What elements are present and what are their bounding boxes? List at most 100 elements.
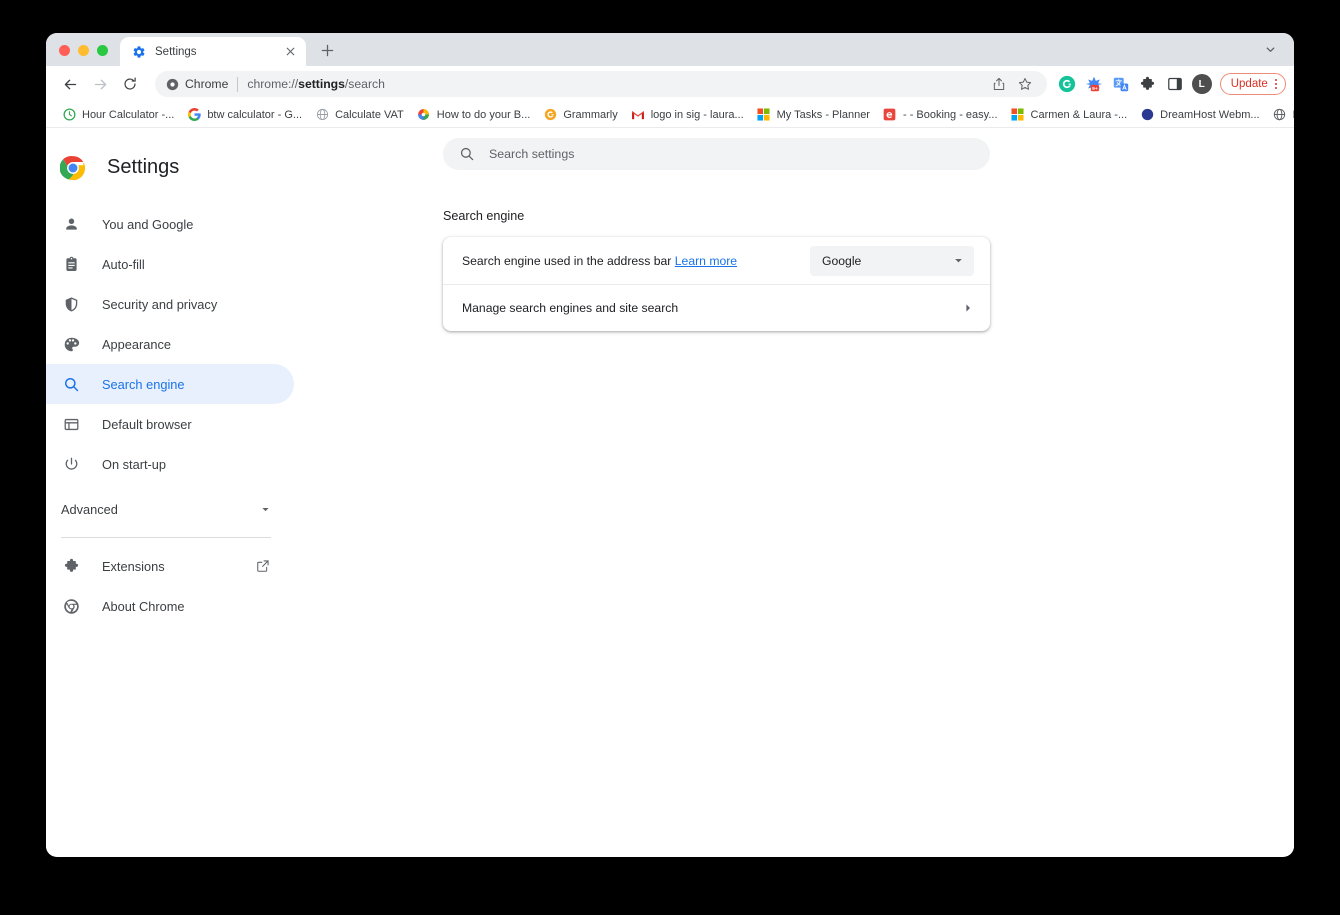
grammarly-icon (543, 108, 557, 122)
translate-extension-icon[interactable] (1109, 72, 1133, 96)
avatar[interactable]: L (1191, 74, 1212, 94)
address-bar[interactable]: Chrome chrome://settings/search (155, 71, 1047, 97)
window-traffic-lights (46, 45, 118, 66)
tab-settings[interactable]: Settings (120, 37, 306, 66)
bookmark-item[interactable]: btw calculator - G... (181, 105, 308, 125)
bookmark-item[interactable]: logo in sig - laura... (625, 105, 750, 125)
search-settings-bar[interactable] (443, 138, 990, 170)
bookmark-item[interactable]: - - Booking - easy... (877, 105, 1004, 125)
three-dot-menu-icon[interactable] (1272, 79, 1280, 89)
sidebar-item-label: Auto-fill (102, 256, 145, 272)
side-panel-icon[interactable] (1163, 72, 1187, 96)
minimize-window-button[interactable] (78, 45, 89, 56)
sidebar-nav: You and Google Auto-fill Security and pr… (46, 204, 294, 626)
sidebar-item-you-and-google[interactable]: You and Google (46, 204, 294, 244)
bookmarks-bar: Hour Calculator -... btw calculator - G.… (46, 102, 1294, 128)
colorful-circle-icon (417, 108, 431, 122)
bookmark-item[interactable]: Carmen & Laura -... (1005, 105, 1134, 125)
shield-icon (61, 294, 81, 314)
bookmark-label: logo in sig - laura... (650, 108, 744, 121)
calendar-extension-icon[interactable]: 9+ (1082, 72, 1106, 96)
sidebar-item-about-chrome[interactable]: About Chrome (46, 586, 294, 626)
bookmark-item[interactable]: Hour Calculator -... (56, 105, 180, 125)
bookmark-label: Hour Calculator -... (82, 108, 175, 121)
bookmark-item[interactable]: DreamHost Webm... (1134, 105, 1265, 125)
grammarly-extension-icon[interactable] (1055, 72, 1079, 96)
page-title: Settings (107, 156, 180, 178)
browser-window-icon (61, 414, 81, 434)
puzzle-extensions-icon[interactable] (1136, 72, 1160, 96)
search-input[interactable] (489, 147, 974, 161)
reload-icon[interactable] (116, 70, 144, 98)
sidebar-item-on-start-up[interactable]: On start-up (46, 444, 294, 484)
tab-search-chevron-down-icon[interactable] (1256, 35, 1284, 63)
external-link-icon (254, 557, 272, 575)
search-engine-selected-value: Google (822, 253, 862, 268)
bookmark-item[interactable]: Calculate VAT (309, 105, 410, 125)
bookmark-label: Calculate VAT (335, 108, 404, 121)
new-tab-button[interactable] (313, 36, 341, 64)
sidebar-item-appearance[interactable]: Appearance (46, 324, 294, 364)
search-icon (459, 146, 475, 162)
sidebar-item-extensions[interactable]: Extensions (46, 546, 294, 586)
row-manage-search-engines[interactable]: Manage search engines and site search (443, 284, 990, 331)
bookmark-label: How to do your B... (436, 108, 531, 121)
clipboard-icon (61, 254, 81, 274)
chrome-outline-icon (61, 596, 81, 616)
search-engine-select[interactable]: Google (810, 245, 974, 276)
puzzle-icon (61, 556, 81, 576)
sidebar-item-default-browser[interactable]: Default browser (46, 404, 294, 444)
settings-main: Search engine Search engine used in the … (294, 128, 1294, 856)
bookmark-item[interactable]: How to do your B... (411, 105, 537, 125)
close-tab-button[interactable] (283, 44, 298, 59)
search-engine-card: Search engine used in the address bar Le… (443, 237, 990, 331)
settings-brand: Settings (46, 137, 294, 189)
sidebar-item-security-and-privacy[interactable]: Security and privacy (46, 284, 294, 324)
sidebar-item-label: Default browser (102, 416, 192, 432)
sidebar-divider (61, 537, 271, 538)
url-suffix: /search (344, 77, 385, 91)
bookmark-item[interactable]: Grammarly (537, 105, 623, 125)
edge-red-icon (883, 108, 897, 122)
settings-page: Settings You and Google Auto-fill Securi… (46, 128, 1294, 856)
sidebar-item-auto-fill[interactable]: Auto-fill (46, 244, 294, 284)
caret-down-icon (953, 255, 964, 266)
url-prefix: chrome:// (247, 77, 299, 91)
tab-title: Settings (155, 45, 197, 58)
sidebar-advanced-toggle[interactable]: Advanced (46, 489, 294, 529)
row-label: Manage search engines and site search (462, 301, 679, 315)
bookmark-label: Carmen & Laura -... (1030, 108, 1128, 121)
bookmark-label: Grammarly (563, 108, 618, 121)
dreamhost-icon (1140, 108, 1154, 122)
back-arrow-icon[interactable] (56, 70, 84, 98)
update-button[interactable]: Update (1219, 73, 1286, 95)
share-icon[interactable] (987, 72, 1011, 96)
forward-arrow-icon[interactable] (86, 70, 114, 98)
bookmark-label: New Tab (1293, 109, 1294, 121)
clock-green-icon (62, 108, 76, 122)
globe-icon (1273, 108, 1287, 122)
palette-icon (61, 334, 81, 354)
row-search-engine-used: Search engine used in the address bar Le… (443, 237, 990, 284)
sidebar-item-label: About Chrome (102, 598, 185, 614)
close-window-button[interactable] (59, 45, 70, 56)
bookmark-label: btw calculator - G... (207, 108, 303, 121)
chrome-shield-icon: Chrome (166, 77, 228, 91)
svg-text:9+: 9+ (1092, 86, 1098, 92)
bookmark-label: - - Booking - easy... (902, 108, 998, 121)
bookmark-item[interactable]: New Tab (1267, 105, 1294, 125)
bookmark-item[interactable]: My Tasks - Planner (751, 105, 876, 125)
extension-icons: 9+ (1055, 72, 1187, 96)
tab-strip: Settings (46, 33, 1294, 66)
gmail-icon (631, 108, 645, 122)
microsoft-icon (757, 108, 771, 122)
settings-gear-icon (132, 45, 146, 59)
settings-sidebar: Settings You and Google Auto-fill Securi… (46, 128, 294, 856)
microsoft-icon (1011, 108, 1025, 122)
maximize-window-button[interactable] (97, 45, 108, 56)
desktop-background: Settings Chrome chrome://settings/search… (0, 0, 1340, 915)
sidebar-item-search-engine[interactable]: Search engine (46, 364, 294, 404)
learn-more-link[interactable]: Learn more (675, 254, 737, 268)
section-title: Search engine (443, 209, 525, 223)
star-icon[interactable] (1013, 72, 1037, 96)
